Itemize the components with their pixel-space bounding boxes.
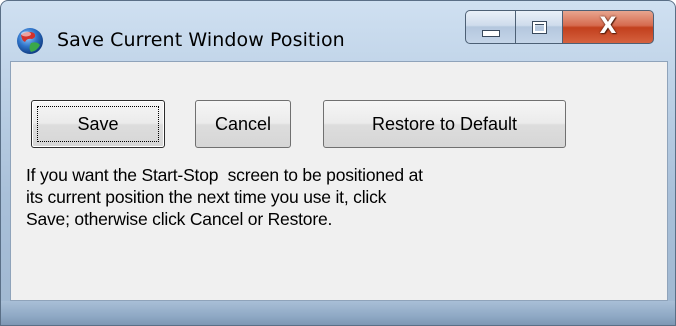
restore-button-label: Restore to Default <box>371 113 518 134</box>
maximize-button[interactable] <box>515 10 563 44</box>
globe-app-icon <box>15 26 45 56</box>
focus-ring <box>37 106 159 142</box>
cancel-button[interactable]: Cancel <box>195 100 291 148</box>
instruction-line: Save; otherwise click Cancel or Restore. <box>26 209 333 229</box>
instruction-text: If you want the Start-Stop screen to be … <box>26 164 556 230</box>
restore-default-button[interactable]: Restore to Default <box>323 100 566 148</box>
maximize-icon <box>531 20 547 34</box>
dialog-window: Save Current Window Position X Save Canc… <box>0 0 676 326</box>
window-title: Save Current Window Position <box>57 29 345 51</box>
minimize-button[interactable] <box>465 10 515 44</box>
minimize-icon <box>481 29 500 37</box>
cancel-button-label: Cancel <box>214 113 272 134</box>
window-bottom-border <box>1 301 675 325</box>
close-button[interactable]: X <box>563 10 654 44</box>
instruction-line: If you want the Start-Stop screen to be … <box>26 165 423 185</box>
close-icon: X <box>599 14 617 39</box>
dialog-body: Save Cancel Restore to Default If you wa… <box>10 61 668 301</box>
save-button[interactable]: Save <box>31 100 165 148</box>
instruction-line: its current position the next time you u… <box>26 187 387 207</box>
caption-buttons: X <box>465 10 654 44</box>
title-bar[interactable]: Save Current Window Position X <box>1 1 675 61</box>
